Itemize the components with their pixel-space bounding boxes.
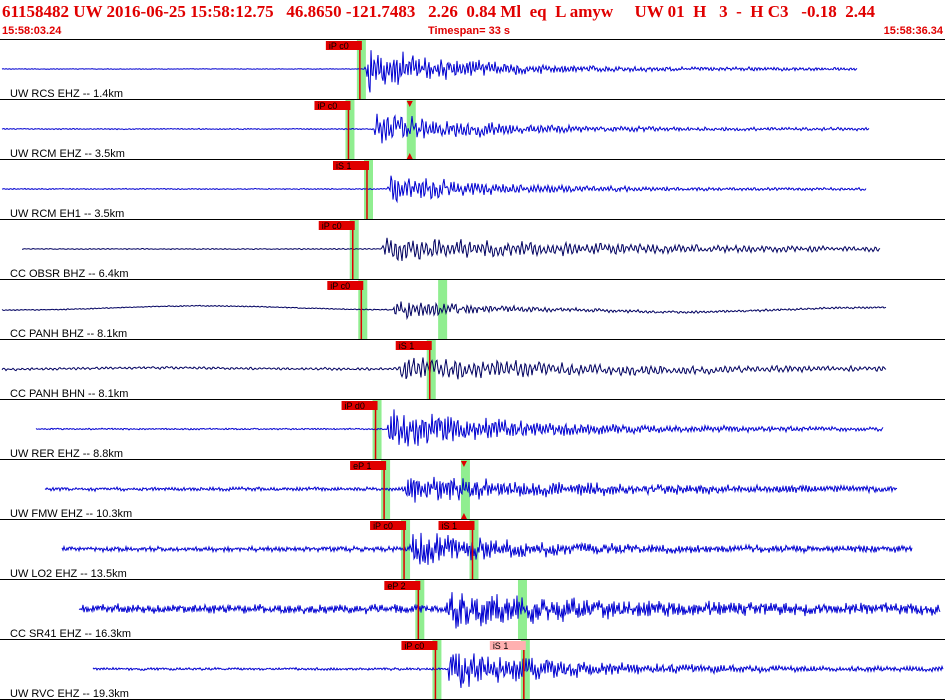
trace-row[interactable]: iP c0 iS 1 UW RVC EHZ -- 19.3km bbox=[0, 640, 945, 700]
channel-label: CC SR41 EHZ -- 16.3km bbox=[10, 628, 131, 640]
end-time-label: 15:58:36.34 bbox=[883, 25, 943, 37]
waveform-trace bbox=[22, 237, 881, 262]
channel-label: UW RVC EHZ -- 19.3km bbox=[10, 688, 129, 700]
channel-label: UW LO2 EHZ -- 13.5km bbox=[10, 568, 127, 580]
waveform-trace bbox=[1, 50, 858, 93]
pick-label: iP c0 bbox=[322, 221, 342, 231]
waveform-trace bbox=[78, 592, 941, 629]
event-summary-line: 61158482 UW 2016-06-25 15:58:12.75 46.86… bbox=[2, 2, 875, 21]
trace-row[interactable]: iP c0 UW RCS EHZ -- 1.4km bbox=[0, 40, 945, 100]
trace-row[interactable]: iS 1 UW RCM EH1 -- 3.5km bbox=[0, 160, 945, 220]
channel-label: UW RCS EHZ -- 1.4km bbox=[10, 88, 123, 100]
waveform-trace bbox=[1, 113, 870, 144]
waveform-trace bbox=[1, 175, 867, 204]
channel-label: UW RER EHZ -- 8.8km bbox=[10, 448, 123, 460]
pick-label: iP c0 bbox=[317, 101, 337, 111]
pick-label: iS 1 bbox=[399, 341, 415, 351]
pick-label: iS 1 bbox=[442, 521, 458, 531]
waveform-trace bbox=[1, 357, 887, 380]
channel-label: CC OBSR BHZ -- 6.4km bbox=[10, 268, 129, 280]
trace-row[interactable]: iP d0 UW RER EHZ -- 8.8km bbox=[0, 400, 945, 460]
pick-label: iP c0 bbox=[330, 281, 350, 291]
trace-row[interactable]: iP c0 UW RCM EHZ -- 3.5km bbox=[0, 100, 945, 160]
pick-label: eP 1 bbox=[353, 461, 371, 471]
channel-label: UW FMW EHZ -- 10.3km bbox=[10, 508, 132, 520]
channel-label: CC PANH BHZ -- 8.1km bbox=[10, 328, 127, 340]
channel-label: UW RCM EH1 -- 3.5km bbox=[10, 208, 124, 220]
seismogram-panel[interactable]: iP c0 UW RCS EHZ -- 1.4km iP c0 UW RCM EHZ … bbox=[0, 40, 945, 700]
waveform-trace bbox=[44, 476, 898, 503]
trace-row[interactable]: iS 1 CC PANH BHN -- 8.1km bbox=[0, 340, 945, 400]
waveform-trace bbox=[92, 653, 944, 688]
trace-row[interactable]: iP c0 iS 1 UW LO2 EHZ -- 13.5km bbox=[0, 520, 945, 580]
trace-row[interactable]: iP c0 CC OBSR BHZ -- 6.4km bbox=[0, 220, 945, 280]
trace-row[interactable]: eP 2 CC SR41 EHZ -- 16.3km bbox=[0, 580, 945, 640]
waveform-trace bbox=[61, 532, 913, 565]
pick-label: iP c0 bbox=[373, 521, 393, 531]
channel-label: UW RCM EHZ -- 3.5km bbox=[10, 148, 125, 160]
start-time-label: 15:58:03.24 bbox=[2, 25, 62, 37]
waveform-trace bbox=[35, 409, 884, 447]
timespan-label: Timespan= 33 s bbox=[428, 25, 511, 37]
pick-label: iP c0 bbox=[329, 41, 349, 51]
pick-label: iP c0 bbox=[404, 641, 424, 651]
event-header: 61158482 UW 2016-06-25 15:58:12.75 46.86… bbox=[0, 0, 945, 40]
pick-label: iS 1 bbox=[493, 641, 509, 651]
trace-row[interactable]: eP 1 UW FMW EHZ -- 10.3km bbox=[0, 460, 945, 520]
pick-label: eP 2 bbox=[387, 581, 405, 591]
pick-label: iS 1 bbox=[336, 161, 352, 171]
channel-label: CC PANH BHN -- 8.1km bbox=[10, 388, 128, 400]
trace-row[interactable]: iP c0 CC PANH BHZ -- 8.1km bbox=[0, 280, 945, 340]
pick-label: iP d0 bbox=[345, 401, 365, 411]
